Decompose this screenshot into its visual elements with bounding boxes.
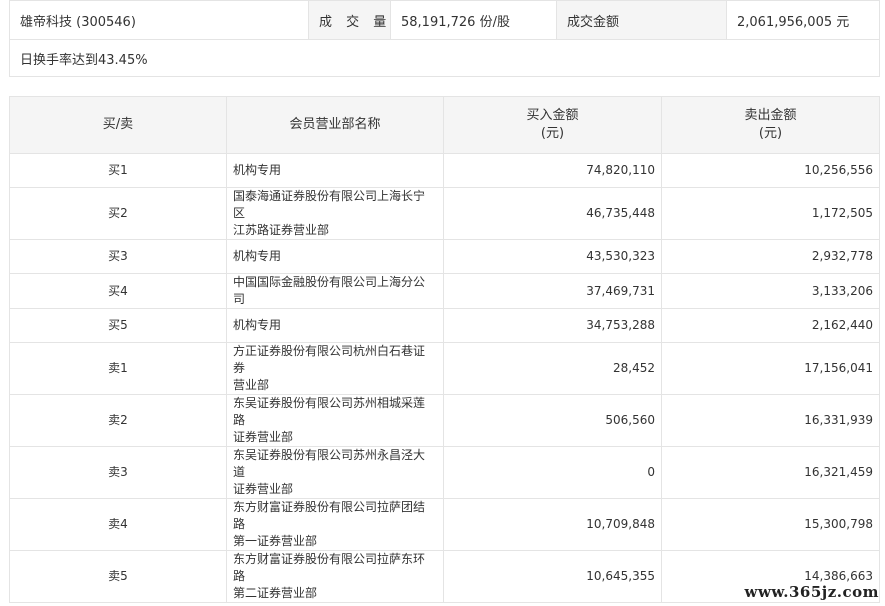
row-side: 买2 <box>9 187 227 240</box>
row-dept: 东吴证券股份有限公司苏州永昌泾大道证券营业部 <box>226 446 444 499</box>
header-side: 买/卖 <box>9 96 227 154</box>
row-buy-amount: 46,735,448 <box>443 187 662 240</box>
row-dept: 方正证券股份有限公司杭州白石巷证券营业部 <box>226 342 444 395</box>
row-side: 买4 <box>9 273 227 309</box>
dept-line2: 营业部 <box>233 378 270 392</box>
table-row: 卖1 方正证券股份有限公司杭州白石巷证券营业部 28,452 17,156,04… <box>9 342 880 395</box>
row-buy-amount: 10,709,848 <box>443 498 662 551</box>
summary-row: 雄帝科技 (300546) 成 交 量 58,191,726 份/股 成交金额 … <box>9 0 880 40</box>
row-side: 卖1 <box>9 342 227 395</box>
row-sell-amount: 1,172,505 <box>661 187 880 240</box>
dept-line1: 东方财富证券股份有限公司拉萨东环路 <box>233 552 426 583</box>
row-sell-amount: 2,162,440 <box>661 308 880 343</box>
header-sell-line1: 卖出金额 <box>744 108 797 123</box>
row-side: 卖2 <box>9 394 227 447</box>
table-row: 卖4 东方财富证券股份有限公司拉萨团结路第一证券营业部 10,709,848 1… <box>9 498 880 551</box>
summary-table: 雄帝科技 (300546) 成 交 量 58,191,726 份/股 成交金额 … <box>9 0 880 77</box>
row-dept: 东方财富证券股份有限公司拉萨东环路第二证券营业部 <box>226 550 444 603</box>
row-buy-amount: 10,645,355 <box>443 550 662 603</box>
turnover-note: 日换手率达到43.45% <box>9 39 880 77</box>
table-row: 买4 中国国际金融股份有限公司上海分公司 37,469,731 3,133,20… <box>9 273 880 309</box>
trading-seats-table: 买/卖 会员营业部名称 买入金额 (元) 卖出金额 (元) 买1 机构专用 74,8… <box>9 96 880 603</box>
table-row: 买5 机构专用 34,753,288 2,162,440 <box>9 308 880 343</box>
table-row: 买3 机构专用 43,530,323 2,932,778 <box>9 239 880 274</box>
row-buy-amount: 28,452 <box>443 342 662 395</box>
table-row: 买2 国泰海通证券股份有限公司上海长宁区 江苏路证券营业部 46,735,448 … <box>9 187 880 240</box>
dept-line1: 机构专用 <box>233 249 282 263</box>
dept-line1: 东吴证券股份有限公司苏州相城采莲路 <box>233 396 426 427</box>
header-dept: 会员营业部名称 <box>226 96 444 154</box>
row-side: 卖3 <box>9 446 227 499</box>
row-side: 卖5 <box>9 550 227 603</box>
table-row: 卖2 东吴证券股份有限公司苏州相城采莲路证券营业部 506,560 16,331… <box>9 394 880 447</box>
table-header-row: 买/卖 会员营业部名称 买入金额 (元) 卖出金额 (元) <box>9 96 880 154</box>
header-buy-line1: 买入金额 <box>526 108 579 123</box>
row-dept: 中国国际金融股份有限公司上海分公司 <box>226 273 444 309</box>
row-dept: 机构专用 <box>226 239 444 274</box>
row-side: 卖4 <box>9 498 227 551</box>
dept-line2: 证券营业部 <box>233 482 294 496</box>
dept-line2: 第一证券营业部 <box>233 534 318 548</box>
row-dept: 机构专用 <box>226 153 444 188</box>
dept-line1: 方正证券股份有限公司杭州白石巷证券 <box>233 344 426 375</box>
table-row: 卖3 东吴证券股份有限公司苏州永昌泾大道证券营业部 0 16,321,459 <box>9 446 880 499</box>
table-row: 买1 机构专用 74,820,110 10,256,556 <box>9 153 880 188</box>
row-sell-amount: 16,321,459 <box>661 446 880 499</box>
dept-line1: 东吴证券股份有限公司苏州永昌泾大道 <box>233 448 426 479</box>
row-buy-amount: 34,753,288 <box>443 308 662 343</box>
row-buy-amount: 0 <box>443 446 662 499</box>
row-buy-amount: 43,530,323 <box>443 239 662 274</box>
volume-value: 58,191,726 份/股 <box>390 0 557 40</box>
row-dept: 国泰海通证券股份有限公司上海长宁区江苏路证券营业部 <box>226 187 444 240</box>
header-buy-amount: 买入金额 (元) <box>443 96 662 154</box>
dept-line1: 国泰海通证券股份有限公司上海长宁区 <box>233 189 426 220</box>
row-buy-amount: 506,560 <box>443 394 662 447</box>
header-buy-line2: (元) <box>540 126 565 141</box>
row-sell-amount: 17,156,041 <box>661 342 880 395</box>
amount-label: 成交金额 <box>556 0 727 40</box>
row-sell-amount: 15,300,798 <box>661 498 880 551</box>
dept-line1: 机构专用 <box>233 318 282 332</box>
volume-label: 成 交 量 <box>308 0 391 40</box>
row-side: 买1 <box>9 153 227 188</box>
row-side: 买3 <box>9 239 227 274</box>
row-dept: 机构专用 <box>226 308 444 343</box>
dept-line2: 证券营业部 <box>233 430 294 444</box>
dept-line1: 机构专用 <box>233 163 282 177</box>
row-sell-amount: 10,256,556 <box>661 153 880 188</box>
row-dept: 东吴证券股份有限公司苏州相城采莲路证券营业部 <box>226 394 444 447</box>
row-buy-amount: 74,820,110 <box>443 153 662 188</box>
site-watermark: www.365jz.com <box>744 583 879 601</box>
row-dept: 东方财富证券股份有限公司拉萨团结路第一证券营业部 <box>226 498 444 551</box>
row-side: 买5 <box>9 308 227 343</box>
row-buy-amount: 37,469,731 <box>443 273 662 309</box>
header-sell-line2: (元) <box>758 126 783 141</box>
dept-line1: 东方财富证券股份有限公司拉萨团结路 <box>233 500 426 531</box>
row-sell-amount: 2,932,778 <box>661 239 880 274</box>
dept-line2: 江苏路证券营业部 <box>233 223 330 237</box>
dept-line2: 第二证券营业部 <box>233 586 318 600</box>
row-sell-amount: 3,133,206 <box>661 273 880 309</box>
header-sell-amount: 卖出金额 (元) <box>661 96 880 154</box>
stock-name: 雄帝科技 (300546) <box>9 0 309 40</box>
amount-value: 2,061,956,005 元 <box>726 0 880 40</box>
row-sell-amount: 16,331,939 <box>661 394 880 447</box>
turnover-note-row: 日换手率达到43.45% <box>9 39 880 77</box>
dept-line1: 中国国际金融股份有限公司上海分公司 <box>233 275 426 306</box>
